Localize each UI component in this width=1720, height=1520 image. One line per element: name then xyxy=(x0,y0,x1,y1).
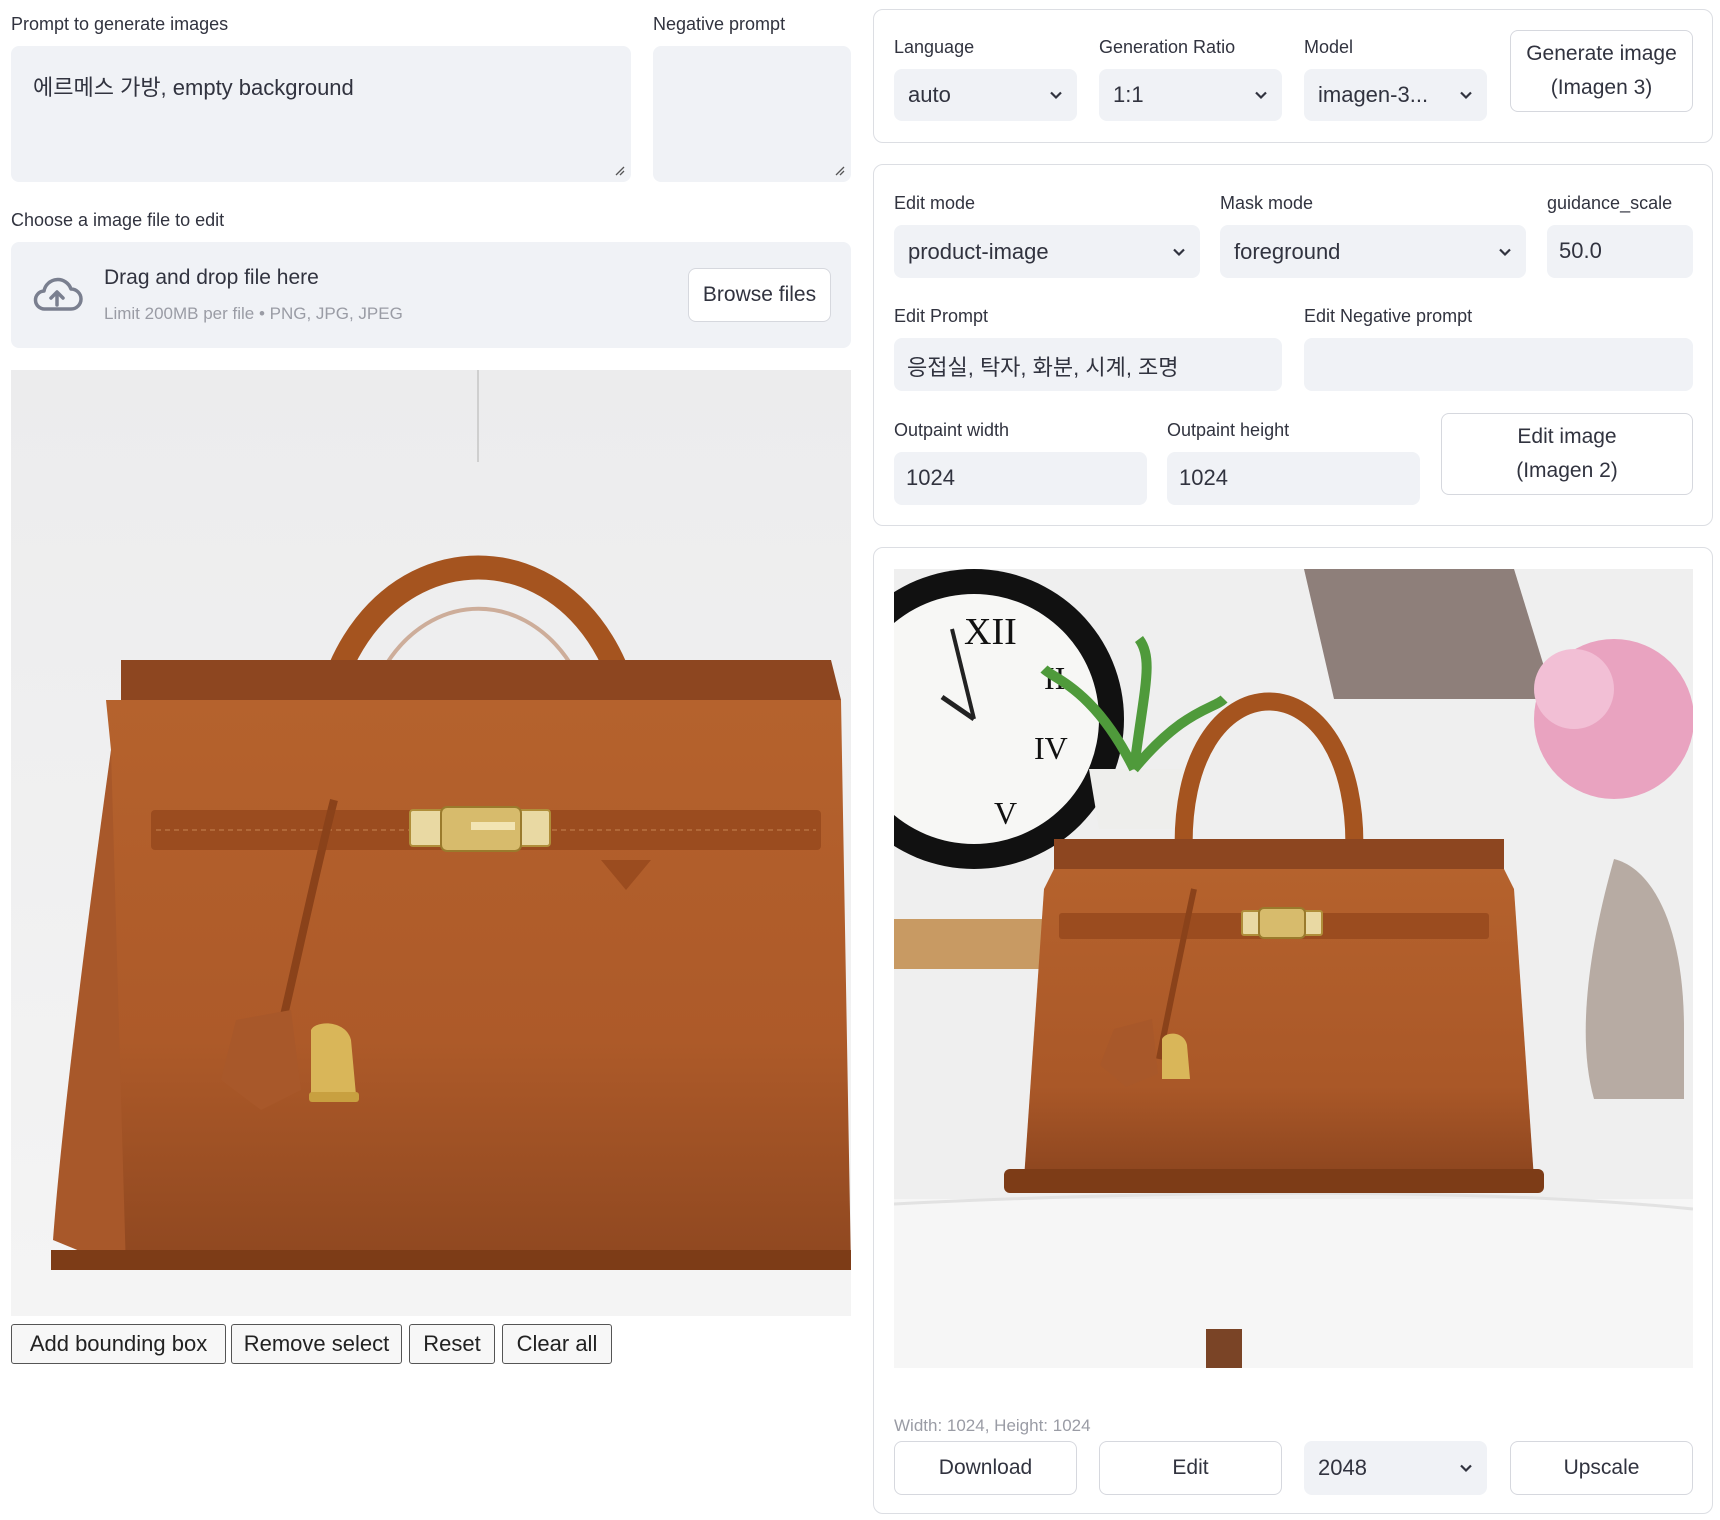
negative-prompt-textarea[interactable] xyxy=(653,46,851,182)
remove-select-button[interactable]: Remove select xyxy=(231,1324,402,1364)
guidance-scale-label: guidance_scale xyxy=(1547,193,1673,213)
chevron-down-icon xyxy=(1460,91,1472,100)
guidance-scale-input[interactable]: 50.0 xyxy=(1547,225,1693,278)
chevron-down-icon xyxy=(1050,91,1062,100)
edit-settings-card: Edit mode product-image Mask mode foregr… xyxy=(873,164,1713,526)
mask-mode-label: Mask mode xyxy=(1220,193,1314,213)
cloud-upload-icon xyxy=(33,277,83,311)
reset-button[interactable]: Reset xyxy=(409,1324,495,1364)
upscale-factor-select[interactable]: 2048 xyxy=(1304,1441,1487,1495)
edit-prompt-input[interactable]: 응접실, 탁자, 화분, 시계, 조명 xyxy=(894,338,1282,391)
chevron-down-icon xyxy=(1255,91,1267,100)
chevron-down-icon xyxy=(1499,248,1511,256)
edit-image-button[interactable]: Edit image (Imagen 2) xyxy=(1441,413,1693,495)
mask-mode-select[interactable]: foreground xyxy=(1220,225,1526,278)
language-select[interactable]: auto xyxy=(894,69,1077,121)
outpaint-width-label: Outpaint width xyxy=(894,420,1010,440)
dropzone-limit: Limit 200MB per file • PNG, JPG, JPEG xyxy=(104,304,403,323)
prompt-label: Prompt to generate images xyxy=(11,14,229,34)
outpaint-height-input[interactable]: 1024 xyxy=(1167,452,1420,505)
edit-prompt-label: Edit Prompt xyxy=(894,306,989,326)
ratio-select[interactable]: 1:1 xyxy=(1099,69,1282,121)
result-card: XII II IV V Width: 1024, Height: 1024 Do… xyxy=(873,547,1713,1514)
clear-all-button[interactable]: Clear all xyxy=(502,1324,612,1364)
outpaint-width-value: 1024 xyxy=(906,465,955,490)
svg-text:V: V xyxy=(994,795,1017,831)
resize-handle-icon[interactable] xyxy=(613,164,625,176)
svg-text:IV: IV xyxy=(1034,730,1068,766)
ratio-value: 1:1 xyxy=(1113,82,1144,107)
outpaint-height-value: 1024 xyxy=(1179,465,1228,490)
browse-files-button[interactable]: Browse files xyxy=(688,268,831,322)
edit-negative-prompt-label: Edit Negative prompt xyxy=(1304,306,1473,326)
prompt-textarea[interactable]: 에르메스 가방, empty background xyxy=(11,46,631,182)
edit-result-button[interactable]: Edit xyxy=(1099,1441,1282,1495)
language-label: Language xyxy=(894,37,975,57)
chevron-down-icon xyxy=(1460,1464,1472,1473)
upload-label: Choose a image file to edit xyxy=(11,210,225,230)
file-dropzone[interactable]: Drag and drop file here Limit 200MB per … xyxy=(11,242,851,348)
result-dimensions-caption: Width: 1024, Height: 1024 xyxy=(894,1416,1091,1435)
uploaded-product-image[interactable] xyxy=(11,370,851,1316)
edit-button-line1: Edit image xyxy=(1517,425,1617,448)
edit-mode-value: product-image xyxy=(908,238,1049,264)
model-value: imagen-3... xyxy=(1318,82,1429,107)
generate-button-line2: (Imagen 3) xyxy=(1550,76,1653,99)
upscale-factor-value: 2048 xyxy=(1318,1455,1367,1480)
generate-button-line1: Generate image xyxy=(1526,42,1677,65)
model-label: Model xyxy=(1304,37,1354,57)
mask-mode-value: foreground xyxy=(1234,238,1341,264)
edit-button-line2: (Imagen 2) xyxy=(1516,459,1618,482)
language-value: auto xyxy=(908,82,951,107)
edit-negative-prompt-input[interactable] xyxy=(1304,338,1693,391)
resize-handle-icon[interactable] xyxy=(833,164,845,176)
outpaint-height-label: Outpaint height xyxy=(1167,420,1290,440)
svg-text:XII: XII xyxy=(964,611,1017,653)
prompt-text: 에르메스 가방, empty background xyxy=(33,75,354,100)
generation-settings-card: Language auto Generation Ratio 1:1 Model… xyxy=(873,9,1713,143)
edit-prompt-value: 응접실, 탁자, 화분, 시계, 조명 xyxy=(907,355,1179,380)
dropzone-title: Drag and drop file here xyxy=(104,266,319,289)
chevron-down-icon xyxy=(1173,248,1185,256)
download-button[interactable]: Download xyxy=(894,1441,1077,1495)
edit-mode-label: Edit mode xyxy=(894,193,976,213)
guidance-scale-value: 50.0 xyxy=(1559,238,1602,263)
edit-mode-select[interactable]: product-image xyxy=(894,225,1200,278)
generate-image-button[interactable]: Generate image (Imagen 3) xyxy=(1510,30,1693,112)
add-bounding-box-button[interactable]: Add bounding box xyxy=(11,1324,226,1364)
model-select[interactable]: imagen-3... xyxy=(1304,69,1487,121)
result-image: XII II IV V xyxy=(894,569,1693,1368)
outpaint-width-input[interactable]: 1024 xyxy=(894,452,1147,505)
upscale-button[interactable]: Upscale xyxy=(1510,1441,1693,1495)
ratio-label: Generation Ratio xyxy=(1099,37,1236,57)
negative-prompt-label: Negative prompt xyxy=(653,14,786,34)
